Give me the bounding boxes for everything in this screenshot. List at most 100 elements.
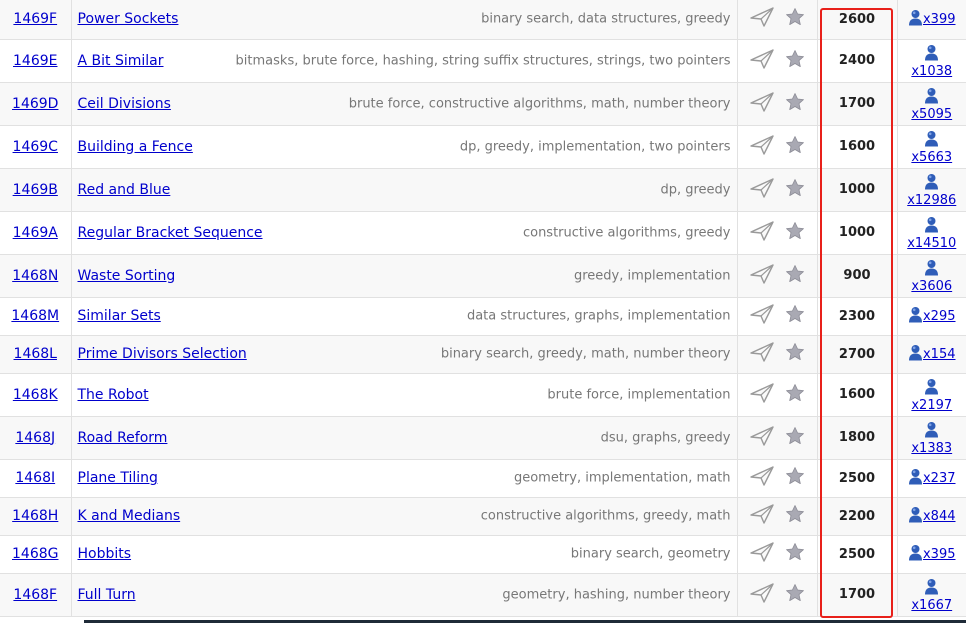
star-icon[interactable] bbox=[785, 221, 805, 245]
solved-count-link[interactable]: x154 bbox=[923, 347, 956, 362]
solved-count-link[interactable]: x14510 bbox=[907, 237, 956, 250]
problem-id-link[interactable]: 1469B bbox=[13, 182, 58, 198]
problem-tag[interactable]: brute force bbox=[547, 387, 619, 402]
problem-tag[interactable]: greedy bbox=[685, 12, 730, 27]
problem-title-link[interactable]: Similar Sets bbox=[78, 308, 161, 324]
problem-tag[interactable]: dp bbox=[460, 139, 477, 154]
problem-tag[interactable]: greedy bbox=[538, 347, 583, 362]
problem-tag[interactable]: strings bbox=[597, 53, 641, 68]
problem-id-link[interactable]: 1469F bbox=[13, 11, 57, 27]
solved-count-link[interactable]: x295 bbox=[923, 309, 956, 324]
problem-tag[interactable]: greedy bbox=[685, 182, 730, 197]
problem-id-link[interactable]: 1468F bbox=[13, 587, 57, 603]
solved-count-link[interactable]: x1383 bbox=[911, 442, 952, 455]
problem-title-link[interactable]: Power Sockets bbox=[78, 11, 179, 27]
problem-tag[interactable]: greedy bbox=[485, 139, 530, 154]
problem-tag[interactable]: brute force bbox=[349, 96, 421, 111]
problem-tag[interactable]: constructive algorithms bbox=[481, 509, 635, 524]
problem-tag[interactable]: binary search bbox=[441, 347, 529, 362]
problem-tag[interactable]: string suffix structures bbox=[442, 53, 589, 68]
problem-id-link[interactable]: 1468K bbox=[13, 387, 58, 403]
problem-tag[interactable]: greedy bbox=[685, 430, 730, 445]
star-icon[interactable] bbox=[785, 383, 805, 407]
problem-tag[interactable]: hashing bbox=[574, 587, 625, 602]
problem-tag[interactable]: binary search bbox=[571, 547, 659, 562]
paper-plane-icon[interactable] bbox=[749, 465, 775, 491]
problem-title-link[interactable]: Ceil Divisions bbox=[78, 96, 171, 112]
problem-title-link[interactable]: Red and Blue bbox=[78, 182, 171, 198]
problem-tag[interactable]: implementation bbox=[585, 471, 688, 486]
paper-plane-icon[interactable] bbox=[749, 91, 775, 117]
problem-tag[interactable]: constructive algorithms bbox=[523, 225, 677, 240]
paper-plane-icon[interactable] bbox=[749, 177, 775, 203]
solved-count-link[interactable]: x395 bbox=[923, 547, 956, 562]
problem-id-link[interactable]: 1468L bbox=[14, 346, 57, 362]
problem-tag[interactable]: dsu bbox=[601, 430, 624, 445]
star-icon[interactable] bbox=[785, 583, 805, 607]
problem-tag[interactable]: math bbox=[697, 471, 731, 486]
problem-tag[interactable]: dp bbox=[660, 182, 677, 197]
problem-tag[interactable]: math bbox=[697, 509, 731, 524]
problem-id-link[interactable]: 1469C bbox=[13, 139, 58, 155]
problem-title-link[interactable]: Road Reform bbox=[78, 430, 168, 446]
problem-tag[interactable]: implementation bbox=[627, 309, 730, 324]
star-icon[interactable] bbox=[785, 7, 805, 31]
star-icon[interactable] bbox=[785, 542, 805, 566]
solved-count-link[interactable]: x2197 bbox=[911, 399, 952, 412]
solved-count-link[interactable]: x399 bbox=[923, 12, 956, 27]
problem-id-link[interactable]: 1468I bbox=[15, 470, 55, 486]
solved-count-link[interactable]: x3606 bbox=[911, 280, 952, 293]
problem-tag[interactable]: math bbox=[591, 96, 625, 111]
star-icon[interactable] bbox=[785, 426, 805, 450]
problem-id-link[interactable]: 1469A bbox=[13, 225, 58, 241]
problem-tag[interactable]: graphs bbox=[574, 309, 619, 324]
problem-tag[interactable]: geometry bbox=[502, 587, 565, 602]
problem-tag[interactable]: binary search bbox=[481, 12, 569, 27]
solved-count-link[interactable]: x1667 bbox=[911, 599, 952, 612]
problem-id-link[interactable]: 1469E bbox=[13, 53, 57, 69]
problem-tag[interactable]: greedy bbox=[685, 225, 730, 240]
paper-plane-icon[interactable] bbox=[749, 503, 775, 529]
star-icon[interactable] bbox=[785, 342, 805, 366]
problem-title-link[interactable]: Hobbits bbox=[78, 546, 132, 562]
paper-plane-icon[interactable] bbox=[749, 303, 775, 329]
paper-plane-icon[interactable] bbox=[749, 6, 775, 32]
problem-tag[interactable]: number theory bbox=[633, 347, 730, 362]
problem-tag[interactable]: data structures bbox=[467, 309, 566, 324]
paper-plane-icon[interactable] bbox=[749, 382, 775, 408]
paper-plane-icon[interactable] bbox=[749, 541, 775, 567]
star-icon[interactable] bbox=[785, 135, 805, 159]
problem-tag[interactable]: brute force bbox=[302, 53, 374, 68]
problem-tag[interactable]: implementation bbox=[627, 387, 730, 402]
paper-plane-icon[interactable] bbox=[749, 425, 775, 451]
problem-tag[interactable]: two pointers bbox=[649, 139, 730, 154]
solved-count-link[interactable]: x12986 bbox=[907, 194, 956, 207]
problem-title-link[interactable]: K and Medians bbox=[78, 508, 181, 524]
problem-title-link[interactable]: The Robot bbox=[78, 387, 149, 403]
problem-id-link[interactable]: 1468N bbox=[12, 268, 58, 284]
star-icon[interactable] bbox=[785, 92, 805, 116]
solved-count-link[interactable]: x5663 bbox=[911, 151, 952, 164]
star-icon[interactable] bbox=[785, 304, 805, 328]
problem-tag[interactable]: hashing bbox=[383, 53, 434, 68]
star-icon[interactable] bbox=[785, 264, 805, 288]
solved-count-link[interactable]: x844 bbox=[923, 509, 956, 524]
problem-tag[interactable]: implementation bbox=[627, 268, 730, 283]
problem-id-link[interactable]: 1468H bbox=[12, 508, 58, 524]
problem-tag[interactable]: greedy bbox=[643, 509, 688, 524]
problem-tag[interactable]: constructive algorithms bbox=[429, 96, 583, 111]
problem-id-link[interactable]: 1468J bbox=[15, 430, 55, 446]
problem-id-link[interactable]: 1468M bbox=[11, 308, 59, 324]
paper-plane-icon[interactable] bbox=[749, 582, 775, 608]
problem-tag[interactable]: implementation bbox=[538, 139, 641, 154]
solved-count-link[interactable]: x237 bbox=[923, 471, 956, 486]
solved-count-link[interactable]: x1038 bbox=[911, 65, 952, 78]
problem-title-link[interactable]: Plane Tiling bbox=[78, 470, 158, 486]
problem-tag[interactable]: data structures bbox=[578, 12, 677, 27]
star-icon[interactable] bbox=[785, 49, 805, 73]
paper-plane-icon[interactable] bbox=[749, 263, 775, 289]
problem-id-link[interactable]: 1469D bbox=[12, 96, 58, 112]
problem-title-link[interactable]: Full Turn bbox=[78, 587, 136, 603]
problem-tag[interactable]: two pointers bbox=[649, 53, 730, 68]
problem-tag[interactable]: greedy bbox=[574, 268, 619, 283]
